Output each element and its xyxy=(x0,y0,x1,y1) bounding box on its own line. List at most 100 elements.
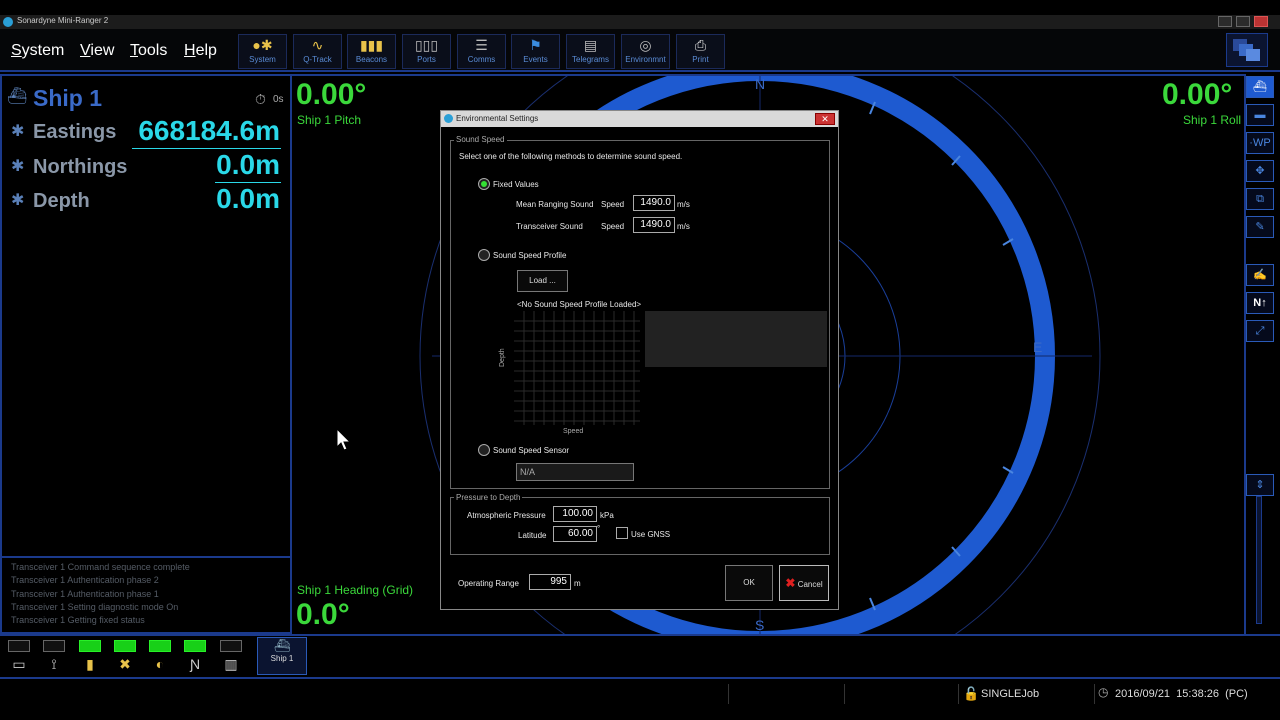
toolbar-events-button[interactable]: ⚑ Events xyxy=(511,34,560,69)
use-gnss-checkbox[interactable] xyxy=(616,527,628,539)
window-title: Sonardyne Mini-Ranger 2 xyxy=(17,16,109,25)
atmospheric-pressure-unit: kPa xyxy=(600,511,614,520)
slider-handle-icon: ⇕ xyxy=(1255,479,1265,491)
edit-icon: ✍ xyxy=(1253,269,1267,281)
motion-sensor-icon[interactable]: Ɲ xyxy=(182,656,208,674)
toolbar-beacons-button[interactable]: ▮▮▮ Beacons xyxy=(347,34,396,69)
north-up-button[interactable]: N↑ xyxy=(1246,292,1274,314)
fixed-values-radio[interactable] xyxy=(478,178,490,190)
log-line: Transceiver 1 Authentication phase 2 xyxy=(11,575,159,586)
horizon-view-button[interactable]: ▬ xyxy=(1246,104,1274,126)
transceiver-speed-input[interactable]: 1490.0 xyxy=(633,217,675,233)
mean-ranging-speed-label: Speed xyxy=(601,200,625,209)
menu-view[interactable]: View xyxy=(80,42,114,60)
move-icon: ✥ xyxy=(1255,165,1265,177)
heading-value: 0.0° xyxy=(296,598,350,631)
status-led xyxy=(43,640,65,652)
satellite-icon: ✱ xyxy=(11,158,25,175)
minimize-button[interactable] xyxy=(1218,16,1232,27)
toolbar-comms-button[interactable]: ☰ Comms xyxy=(457,34,506,69)
load-profile-button[interactable]: Load ... xyxy=(517,270,568,292)
window-layout-button[interactable] xyxy=(1226,33,1268,67)
expand-icon: ⤢ xyxy=(1255,325,1265,337)
latitude-input[interactable]: 60.00 xyxy=(553,526,597,542)
cancel-x-icon: ✖ xyxy=(785,576,796,590)
depth-value: 0.0m xyxy=(216,183,280,214)
ship-icon: ⛴ xyxy=(1253,81,1267,93)
gnss-icon[interactable]: ✖ xyxy=(112,656,138,674)
layer-button[interactable]: ⧉ xyxy=(1246,188,1274,210)
ok-button[interactable]: OK xyxy=(725,565,773,601)
layer-icon: ⧉ xyxy=(1256,193,1264,205)
stopwatch-icon: ⏱ xyxy=(255,91,266,107)
job-name: SINGLEJob xyxy=(981,688,1040,700)
pitch-label: Ship 1 Pitch xyxy=(297,113,362,127)
pressure-to-depth-group xyxy=(450,497,830,555)
operating-range-input[interactable]: 995 xyxy=(529,574,571,590)
sound-speed-sensor-radio[interactable] xyxy=(478,444,490,456)
zoom-slider-handle[interactable]: ⇕ xyxy=(1246,474,1274,496)
satellite-icon: ✱ xyxy=(11,123,25,140)
printer-icon: ⎙ xyxy=(694,37,707,53)
serial-port-icon[interactable]: ▭ xyxy=(6,656,32,674)
vessel-view-button[interactable]: ⛴ xyxy=(1246,76,1274,98)
toolbar-telegrams-button[interactable]: ▤ Telegrams xyxy=(566,34,615,69)
log-line: Transceiver 1 Setting diagnostic mode On xyxy=(11,601,179,612)
datetime: 2016/09/21 15:38:26 (PC) xyxy=(1115,688,1248,700)
fit-view-button[interactable]: ⤢ xyxy=(1246,320,1274,342)
compass-south: S xyxy=(755,617,765,633)
ship-1-button[interactable]: ⛴ Ship 1 xyxy=(257,637,307,675)
atmospheric-pressure-input[interactable]: 100.00 xyxy=(553,506,597,522)
mean-ranging-unit: m/s xyxy=(677,200,690,209)
status-led xyxy=(184,640,206,652)
gyro-icon[interactable]: ◐ xyxy=(147,656,173,674)
zoom-slider-track[interactable] xyxy=(1256,496,1262,624)
toolbar-ports-button[interactable]: ▯▯▯ Ports xyxy=(402,34,451,69)
environment-icon: ◎ xyxy=(639,37,652,53)
transceiver-icon[interactable]: ▥ xyxy=(218,656,244,674)
edit-button[interactable]: ✍ xyxy=(1246,264,1274,286)
close-window-button[interactable] xyxy=(1254,16,1268,27)
instructions-text: Select one of the following methods to d… xyxy=(459,152,683,161)
waypoint-button[interactable]: ·WP xyxy=(1246,132,1274,154)
toolbar-print-button[interactable]: ⎙ Print xyxy=(676,34,725,69)
menu-tools[interactable]: Tools xyxy=(130,42,167,60)
operating-range-unit: m xyxy=(574,579,581,588)
status-led xyxy=(149,640,171,652)
ship-icon: ⛴ xyxy=(273,638,291,653)
mouse-cursor-icon xyxy=(336,428,352,451)
toolbar-qtrack-button[interactable]: ∿ Q-Track xyxy=(293,34,342,69)
log-line: Transceiver 1 Authentication phase 1 xyxy=(11,588,159,599)
maximize-button[interactable] xyxy=(1236,16,1250,27)
plot-x-label: Speed xyxy=(563,428,584,435)
status-bar xyxy=(0,681,1280,720)
mean-ranging-speed-input[interactable]: 1490.0 xyxy=(633,195,675,211)
eastings-label: Eastings xyxy=(33,121,117,143)
battery-icon[interactable]: ▮ xyxy=(77,656,103,674)
sound-speed-sensor-select[interactable]: N/A xyxy=(516,463,634,481)
status-led xyxy=(220,640,242,652)
satellite-icon: ✱ xyxy=(11,192,25,209)
menu-system[interactable]: System xyxy=(11,42,64,60)
pan-button[interactable]: ✥ xyxy=(1246,160,1274,182)
menu-help[interactable]: Help xyxy=(184,42,217,60)
dialog-title-bar: Environmental Settings ✕ xyxy=(441,111,838,127)
sound-speed-profile-radio[interactable] xyxy=(478,249,490,261)
northings-value: 0.0m xyxy=(216,149,280,180)
environmental-settings-dialog: Environmental Settings ✕ Sound Speed Sel… xyxy=(440,110,839,610)
latitude-unit: ° xyxy=(597,524,601,533)
ports-icon: ▯▯▯ xyxy=(414,37,439,53)
event-log: Transceiver 1 Command sequence complete … xyxy=(0,558,292,634)
beacons-icon: ▮▮▮ xyxy=(359,37,384,53)
toolbar-environment-button[interactable]: ◎ Environmnt xyxy=(621,34,670,69)
sound-speed-sensor-label: Sound Speed Sensor xyxy=(493,446,570,455)
title-bar: Sonardyne Mini-Ranger 2 xyxy=(0,15,1280,29)
cancel-button[interactable]: ✖ Cancel xyxy=(779,565,829,601)
network-icon[interactable]: ⟟ xyxy=(41,656,67,674)
dialog-close-button[interactable]: ✕ xyxy=(815,113,835,125)
measure-button[interactable]: ✎ xyxy=(1246,216,1274,238)
sound-speed-profile-label: Sound Speed Profile xyxy=(493,251,567,260)
transceiver-sound-label: Transceiver Sound xyxy=(516,222,583,231)
toolbar-system-button[interactable]: ●✱ System xyxy=(238,34,287,69)
pencil-icon: ✎ xyxy=(1255,221,1265,233)
